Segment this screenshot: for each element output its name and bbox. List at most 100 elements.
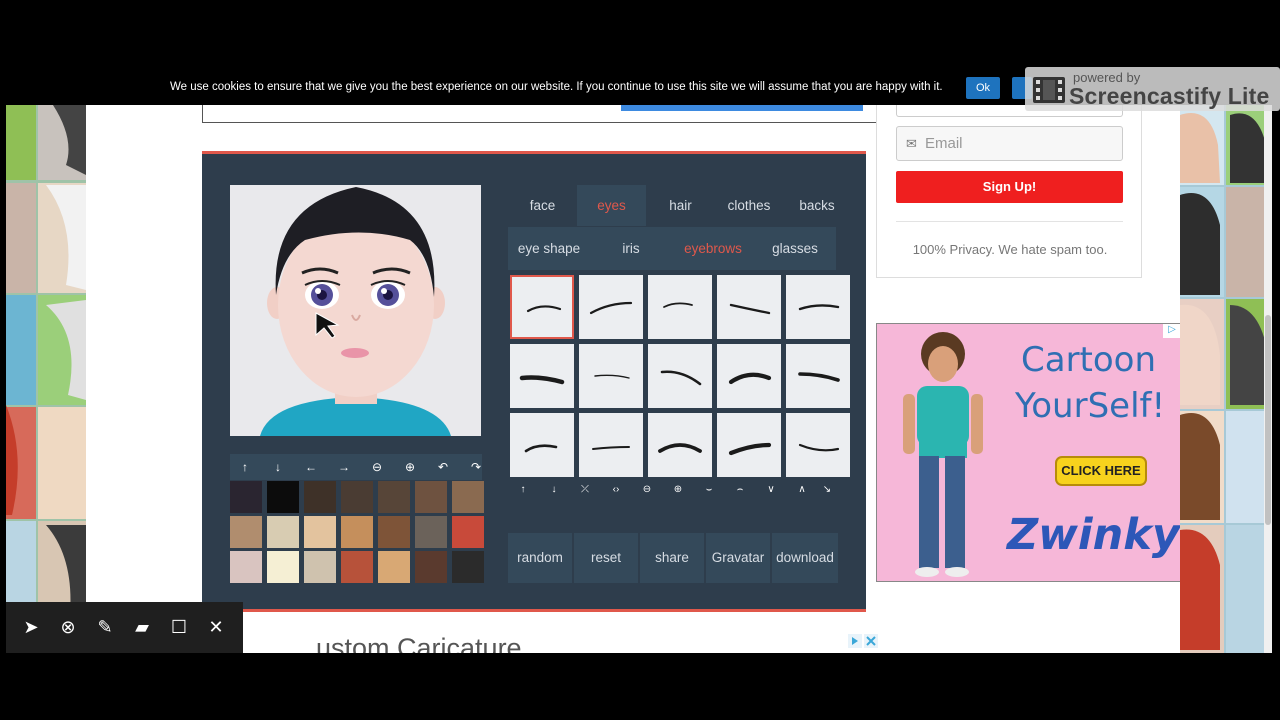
- avatar-preview: [230, 185, 481, 436]
- pointer-icon[interactable]: ➤: [20, 616, 42, 638]
- tab-backs[interactable]: backs: [783, 185, 851, 226]
- eyebrow-option[interactable]: [786, 344, 850, 408]
- eyebrow-option[interactable]: [510, 344, 574, 408]
- redo-icon[interactable]: ↷: [465, 457, 487, 477]
- subtab-eye-shape[interactable]: eye shape: [508, 227, 590, 270]
- download-button[interactable]: download: [772, 533, 838, 583]
- color-swatch[interactable]: [415, 516, 447, 548]
- tilt-in-icon[interactable]: ⌣: [698, 480, 720, 500]
- color-swatch[interactable]: [230, 551, 262, 583]
- random-button[interactable]: random: [508, 533, 572, 583]
- tab-eyes[interactable]: eyes: [577, 185, 646, 226]
- color-swatch[interactable]: [341, 551, 373, 583]
- enlarge-icon[interactable]: ⊕: [667, 480, 689, 500]
- color-swatch[interactable]: [230, 481, 262, 513]
- subtab-bar: eye shape iris eyebrows glasses: [508, 227, 836, 270]
- color-swatch[interactable]: [304, 481, 336, 513]
- move-up-icon[interactable]: ↑: [512, 480, 534, 500]
- eyebrow-option[interactable]: [648, 275, 712, 339]
- narrow-icon[interactable]: ⤫: [574, 480, 596, 500]
- watermark-title: Screencastify Lite: [1069, 83, 1270, 109]
- color-swatch[interactable]: [452, 481, 484, 513]
- pencil-icon[interactable]: ✎: [94, 616, 116, 638]
- color-swatch[interactable]: [415, 551, 447, 583]
- eyebrow-option[interactable]: [579, 344, 643, 408]
- color-swatch[interactable]: [415, 481, 447, 513]
- color-swatch[interactable]: [341, 516, 373, 548]
- gravatar-button[interactable]: Gravatar: [706, 533, 770, 583]
- arrow-right-icon[interactable]: →: [333, 457, 355, 477]
- color-swatch[interactable]: [452, 516, 484, 548]
- email-placeholder: Email: [925, 135, 963, 152]
- color-swatch[interactable]: [267, 516, 299, 548]
- eyebrow-option[interactable]: [579, 275, 643, 339]
- tab-hair[interactable]: hair: [646, 185, 715, 226]
- eyebrow-option[interactable]: [510, 275, 574, 339]
- zwinky-ad[interactable]: Cartoon YourSelf! CLICK HERE Zwinky ▷: [876, 323, 1181, 582]
- eyebrow-option[interactable]: [510, 413, 574, 477]
- ad-choices-icon[interactable]: ▷: [1163, 324, 1180, 338]
- arrow-left-icon[interactable]: ←: [300, 457, 322, 477]
- rotate-icon[interactable]: ↘: [816, 480, 838, 500]
- eyebrow-option[interactable]: [648, 344, 712, 408]
- screen: ↑ ↓ ← → ⊖ ⊕ ↶ ↷ face eyes hair clothes b…: [0, 0, 1280, 720]
- eyebrow-option[interactable]: [717, 413, 781, 477]
- color-swatch[interactable]: [378, 516, 410, 548]
- share-button[interactable]: share: [640, 533, 704, 583]
- ad-choices-icon[interactable]: [848, 634, 878, 648]
- arrow-down-icon[interactable]: ↓: [267, 457, 289, 477]
- tilt-out-icon[interactable]: ⌢: [729, 480, 751, 500]
- top-banner-blue-strip: [621, 105, 863, 111]
- eraser-icon[interactable]: ▰: [131, 616, 153, 638]
- cookie-ok-button[interactable]: Ok: [966, 77, 1000, 99]
- eyebrow-option[interactable]: [786, 413, 850, 477]
- lower-icon[interactable]: ∧: [791, 480, 813, 500]
- color-swatch[interactable]: [378, 551, 410, 583]
- zoom-out-icon[interactable]: ⊖: [366, 457, 388, 477]
- subtab-iris[interactable]: iris: [590, 227, 672, 270]
- top-banner-ad[interactable]: [202, 105, 878, 123]
- color-swatch[interactable]: [341, 481, 373, 513]
- color-swatch[interactable]: [452, 551, 484, 583]
- rectangle-icon[interactable]: ☐: [168, 616, 190, 638]
- email-field[interactable]: ✉ Email: [896, 126, 1123, 161]
- tab-face[interactable]: face: [508, 185, 577, 226]
- eyebrow-option[interactable]: [717, 344, 781, 408]
- scrollbar-thumb[interactable]: [1265, 315, 1271, 525]
- browser-viewport: ↑ ↓ ← → ⊖ ⊕ ↶ ↷ face eyes hair clothes b…: [6, 105, 1272, 653]
- eyebrow-option[interactable]: [717, 275, 781, 339]
- subtab-eyebrows[interactable]: eyebrows: [672, 227, 754, 270]
- color-swatch[interactable]: [267, 481, 299, 513]
- undo-icon[interactable]: ↶: [432, 457, 454, 477]
- raise-icon[interactable]: ∨: [760, 480, 782, 500]
- eyebrow-option[interactable]: [579, 413, 643, 477]
- ad-click-here-button[interactable]: CLICK HERE: [1055, 456, 1147, 486]
- zoom-in-icon[interactable]: ⊕: [399, 457, 421, 477]
- editor-actions: random reset share Gravatar download: [508, 533, 838, 583]
- color-swatch[interactable]: [378, 481, 410, 513]
- reset-button[interactable]: reset: [574, 533, 638, 583]
- cancel-icon[interactable]: ⊗: [57, 616, 79, 638]
- ad-title-line1: Cartoon: [1021, 340, 1157, 380]
- signup-button[interactable]: Sign Up!: [896, 171, 1123, 203]
- item-adjust-tools: ↑ ↓ ⤫ ‹› ⊖ ⊕ ⌣ ⌢ ∨ ∧ ↘: [510, 480, 838, 500]
- color-swatch[interactable]: [267, 551, 299, 583]
- move-down-icon[interactable]: ↓: [543, 480, 565, 500]
- arrow-up-icon[interactable]: ↑: [234, 457, 256, 477]
- color-swatch[interactable]: [304, 516, 336, 548]
- signup-form: ✉ Email Sign Up! 100% Privacy. We hate s…: [876, 105, 1142, 278]
- subtab-glasses[interactable]: glasses: [754, 227, 836, 270]
- eyebrow-option[interactable]: [648, 413, 712, 477]
- avatar-editor: ↑ ↓ ← → ⊖ ⊕ ↶ ↷ face eyes hair clothes b…: [202, 151, 866, 612]
- widen-icon[interactable]: ‹›: [605, 480, 627, 500]
- tab-clothes[interactable]: clothes: [715, 185, 783, 226]
- eyebrow-option[interactable]: [786, 275, 850, 339]
- color-swatch[interactable]: [230, 516, 262, 548]
- color-swatch[interactable]: [304, 551, 336, 583]
- film-strip-icon: [1033, 77, 1065, 103]
- envelope-icon: ✉: [906, 136, 917, 151]
- shrink-icon[interactable]: ⊖: [636, 480, 658, 500]
- ad-title-line2: YourSelf!: [1015, 386, 1166, 426]
- ad-brand: Zwinky: [1007, 510, 1180, 560]
- close-icon[interactable]: ✕: [205, 616, 227, 638]
